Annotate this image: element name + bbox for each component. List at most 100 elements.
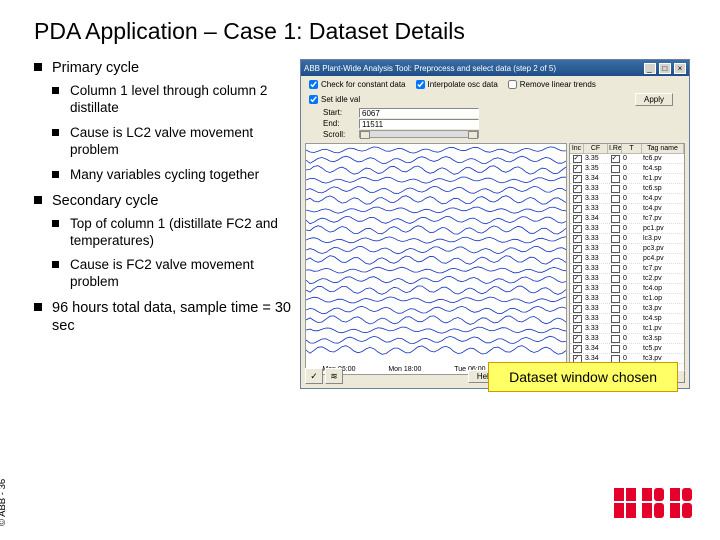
t-value: 0 xyxy=(622,225,642,232)
cf-value: 3.35 xyxy=(584,165,608,172)
tag-row[interactable]: 3.330tc2.pv xyxy=(570,274,684,284)
rep-checkbox[interactable] xyxy=(611,195,620,203)
set-idle-checkbox[interactable]: Set idle val xyxy=(309,95,360,104)
end-label: End: xyxy=(323,119,355,129)
tag-name: pc3.pv xyxy=(642,245,684,252)
include-checkbox[interactable] xyxy=(573,325,582,333)
rep-checkbox[interactable] xyxy=(611,165,620,173)
cf-value: 3.34 xyxy=(584,175,608,182)
start-field[interactable]: 6067 xyxy=(359,108,479,118)
tag-list-pane[interactable]: Inc CF I.Rep T Tag name 3.350fc6.pv3.350… xyxy=(569,143,685,375)
rep-checkbox[interactable] xyxy=(611,315,620,323)
rep-checkbox[interactable] xyxy=(611,255,620,263)
tag-name: tc1.op xyxy=(642,295,684,302)
rep-checkbox[interactable] xyxy=(611,155,620,163)
include-checkbox[interactable] xyxy=(573,245,582,253)
rep-checkbox[interactable] xyxy=(611,245,620,253)
t-value: 0 xyxy=(622,215,642,222)
tag-row[interactable]: 3.330lc3.pv xyxy=(570,234,684,244)
rep-checkbox[interactable] xyxy=(611,175,620,183)
t-value: 0 xyxy=(622,195,642,202)
page-title: PDA Application – Case 1: Dataset Detail… xyxy=(34,18,698,45)
interpolate-checkbox[interactable]: Interpolate osc data xyxy=(416,80,498,89)
tag-name: tc5.pv xyxy=(642,345,684,352)
t-value: 0 xyxy=(622,285,642,292)
rep-checkbox[interactable] xyxy=(611,295,620,303)
tag-row[interactable]: 3.330fc4.pv xyxy=(570,194,684,204)
tag-row[interactable]: 3.340fc1.pv xyxy=(570,174,684,184)
accept-icon[interactable]: ✓ xyxy=(305,368,323,384)
tag-row[interactable]: 3.330pc1.pv xyxy=(570,224,684,234)
tag-row[interactable]: 3.350fc6.pv xyxy=(570,154,684,164)
waves-icon[interactable]: ≋ xyxy=(325,368,343,384)
end-field[interactable]: 11511 xyxy=(359,119,479,129)
include-checkbox[interactable] xyxy=(573,215,582,223)
rep-checkbox[interactable] xyxy=(611,305,620,313)
tag-name: pc4.pv xyxy=(642,255,684,262)
cf-value: 3.33 xyxy=(584,245,608,252)
rep-checkbox[interactable] xyxy=(611,205,620,213)
include-checkbox[interactable] xyxy=(573,335,582,343)
tag-row[interactable]: 3.330pc4.pv xyxy=(570,254,684,264)
t-value: 0 xyxy=(622,335,642,342)
include-checkbox[interactable] xyxy=(573,185,582,193)
rep-checkbox[interactable] xyxy=(611,225,620,233)
include-checkbox[interactable] xyxy=(573,225,582,233)
tag-row[interactable]: 3.340tc5.pv xyxy=(570,344,684,354)
include-checkbox[interactable] xyxy=(573,255,582,263)
rep-checkbox[interactable] xyxy=(611,185,620,193)
include-checkbox[interactable] xyxy=(573,295,582,303)
include-checkbox[interactable] xyxy=(573,165,582,173)
tag-row[interactable]: 3.330pc3.pv xyxy=(570,244,684,254)
include-checkbox[interactable] xyxy=(573,305,582,313)
option-label: Check for constant data xyxy=(321,80,406,89)
window-titlebar[interactable]: ABB Plant-Wide Analysis Tool: Preprocess… xyxy=(301,60,689,76)
tag-row[interactable]: 3.330tc6.sp xyxy=(570,184,684,194)
app-window: ABB Plant-Wide Analysis Tool: Preprocess… xyxy=(300,59,690,389)
tag-row[interactable]: 3.330tc1.pv xyxy=(570,324,684,334)
tag-row[interactable]: 3.330tc1.op xyxy=(570,294,684,304)
check-constant-checkbox[interactable]: Check for constant data xyxy=(309,80,406,89)
timeseries-plot[interactable]: Mon 06:00 Mon 18:00 Tue 06:00 Tue 18:00 xyxy=(305,143,567,375)
t-value: 0 xyxy=(622,205,642,212)
include-checkbox[interactable] xyxy=(573,235,582,243)
apply-button[interactable]: Apply xyxy=(635,93,673,106)
include-checkbox[interactable] xyxy=(573,315,582,323)
tag-name: fc3.pv xyxy=(642,355,684,362)
include-checkbox[interactable] xyxy=(573,205,582,213)
rep-checkbox[interactable] xyxy=(611,345,620,353)
rep-checkbox[interactable] xyxy=(611,265,620,273)
include-checkbox[interactable] xyxy=(573,345,582,353)
tag-row[interactable]: 3.330tc7.pv xyxy=(570,264,684,274)
include-checkbox[interactable] xyxy=(573,155,582,163)
bullet-secondary: Secondary cycle Top of column 1 (distill… xyxy=(34,192,292,292)
minimize-icon[interactable]: _ xyxy=(644,63,656,74)
tag-name: tc3.sp xyxy=(642,335,684,342)
bullet-label: Primary cycle xyxy=(52,60,139,76)
tag-row[interactable]: 3.330tc4.pv xyxy=(570,204,684,214)
scroll-slider[interactable] xyxy=(359,130,479,138)
tag-row[interactable]: 3.330tc3.sp xyxy=(570,334,684,344)
tag-row[interactable]: 3.350fc4.sp xyxy=(570,164,684,174)
bullet-column: Primary cycle Column 1 level through col… xyxy=(34,59,292,389)
include-checkbox[interactable] xyxy=(573,175,582,183)
t-value: 0 xyxy=(622,165,642,172)
include-checkbox[interactable] xyxy=(573,275,582,283)
rep-checkbox[interactable] xyxy=(611,335,620,343)
tag-row[interactable]: 3.330tc4.sp xyxy=(570,314,684,324)
rep-checkbox[interactable] xyxy=(611,235,620,243)
include-checkbox[interactable] xyxy=(573,195,582,203)
include-checkbox[interactable] xyxy=(573,265,582,273)
rep-checkbox[interactable] xyxy=(611,285,620,293)
remove-trend-checkbox[interactable]: Remove linear trends xyxy=(508,80,596,89)
rep-checkbox[interactable] xyxy=(611,325,620,333)
rep-checkbox[interactable] xyxy=(611,275,620,283)
tag-row[interactable]: 3.330fc4.op xyxy=(570,284,684,294)
include-checkbox[interactable] xyxy=(573,285,582,293)
maximize-icon[interactable]: □ xyxy=(659,63,671,74)
tag-row[interactable]: 3.340fc7.pv xyxy=(570,214,684,224)
rep-checkbox[interactable] xyxy=(611,215,620,223)
close-icon[interactable]: × xyxy=(674,63,686,74)
tag-row[interactable]: 3.330tc3.pv xyxy=(570,304,684,314)
cf-value: 3.33 xyxy=(584,295,608,302)
